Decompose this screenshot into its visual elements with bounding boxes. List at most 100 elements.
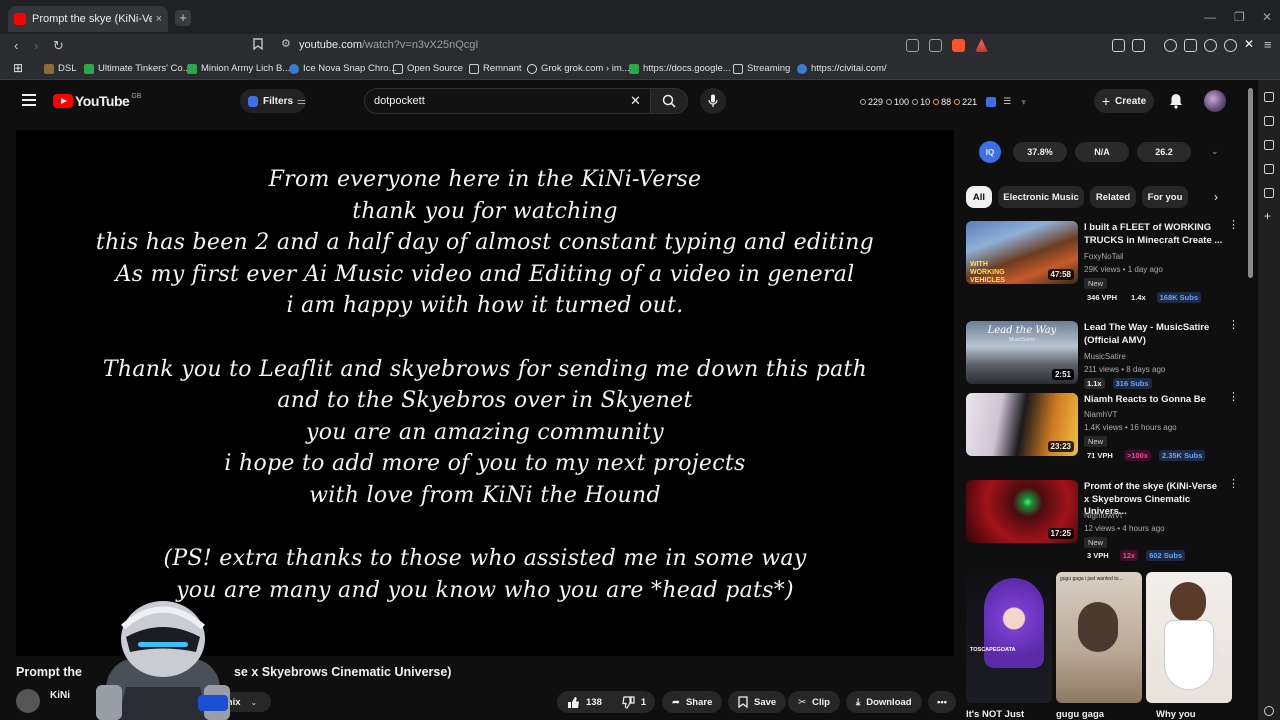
list-icon[interactable]: ☰ (1003, 96, 1011, 107)
filters-button[interactable]: Filters ⚌ (240, 89, 306, 113)
site-info-icon[interactable]: ⚙ (281, 37, 291, 50)
account-avatar[interactable] (1204, 90, 1226, 112)
bookmark-folder[interactable]: Open Source (393, 63, 463, 74)
bookmark-page-icon[interactable] (253, 38, 263, 53)
chip-related[interactable]: Related (1090, 186, 1136, 208)
chip-all[interactable]: All (966, 186, 992, 208)
reload-icon[interactable]: ↻ (53, 38, 64, 54)
chevron-right-icon[interactable]: › (1221, 642, 1225, 656)
bookmark-item[interactable]: Minion Army Lich B... (187, 63, 290, 74)
bookmark-item[interactable]: Ice Nova Snap Chro... (289, 63, 396, 74)
cast-icon[interactable] (906, 39, 919, 52)
youtube-play-icon (53, 94, 73, 108)
forward-icon[interactable]: › (34, 38, 38, 53)
channel-avatar[interactable] (16, 689, 40, 713)
side-panel-icon[interactable] (1264, 116, 1274, 126)
like-button[interactable]: 138 (567, 696, 602, 709)
short-thumbnail[interactable]: gugu gaga i just wanted to... (1056, 572, 1142, 703)
chevron-right-icon[interactable]: › (1214, 190, 1218, 204)
address-bar[interactable]: youtube.com/watch?v=n3vX25nQcgI (299, 39, 478, 51)
notifications-bell-icon[interactable] (1169, 93, 1183, 109)
thumbnail-text: MusicSatire (1008, 337, 1036, 343)
bookmark-folder[interactable]: Streaming (733, 63, 790, 74)
recommendation-channel[interactable]: FoxyNoTail (1084, 252, 1124, 261)
more-vertical-icon[interactable]: ⋮ (1228, 479, 1239, 490)
bookmark-item[interactable]: Ultimate Tinkers' Co... (84, 63, 191, 74)
side-panel-icon[interactable] (1264, 188, 1274, 198)
recommendation-channel[interactable]: NightowlVt (1084, 511, 1122, 520)
download-button[interactable]: ⤓ Download (846, 691, 922, 713)
chip-electronic-music[interactable]: Electronic Music (998, 186, 1084, 208)
extension-screenshot-icon[interactable] (1132, 39, 1145, 52)
side-panel-icon[interactable] (1264, 92, 1274, 102)
settings-gear-icon[interactable] (1264, 706, 1274, 716)
channel-name[interactable]: KiNi (50, 690, 70, 701)
recommendation-channel[interactable]: NiamhVT (1084, 410, 1117, 419)
video-thumbnail[interactable]: WITH WORKING VEHICLES 47:58 (966, 221, 1078, 284)
video-player[interactable]: From everyone here in the KiNi-Verse tha… (16, 130, 954, 656)
dislike-button[interactable]: 1 (622, 695, 646, 709)
add-panel-icon[interactable]: + (1264, 210, 1274, 222)
rewards-icon[interactable] (975, 39, 988, 52)
trophy-icon[interactable]: ♆ (1020, 97, 1027, 107)
tools-icon[interactable]: ✕ (1244, 37, 1257, 51)
extension-puzzle-icon[interactable] (1112, 39, 1125, 52)
bookmark-item[interactable]: https://docs.google... (629, 63, 731, 74)
youtube-logo[interactable]: YouTube GB (53, 93, 141, 109)
media-icon[interactable] (1164, 39, 1177, 52)
vpn-icon[interactable] (1224, 39, 1237, 52)
browser-tab[interactable]: Prompt the skye (KiNi-Verse x Sk × (8, 6, 168, 32)
more-vertical-icon[interactable]: ⋮ (1228, 220, 1239, 231)
robot-mascot-overlay (96, 601, 230, 720)
extension-icon[interactable] (1204, 39, 1217, 52)
recommendation-item[interactable]: 17:25 Promt of the skye (KiNi-Verse x Sk… (966, 479, 1239, 561)
page-scrollbar[interactable] (1248, 88, 1253, 278)
recommendation-item[interactable]: Lead the Way MusicSatire 2:51 Lead The W… (966, 320, 1239, 389)
bookmark-folder[interactable]: Remnant (469, 63, 522, 74)
save-button[interactable]: Save (728, 691, 787, 713)
video-thumbnail[interactable]: 23:23 (966, 393, 1078, 456)
chip-for-you[interactable]: For you (1142, 186, 1188, 208)
menu-icon[interactable]: ≡ (1264, 37, 1272, 52)
apps-grid-icon[interactable]: ⊞ (13, 61, 23, 75)
clip-button[interactable]: ✂ Clip (788, 691, 840, 713)
iq-icon[interactable] (986, 96, 997, 107)
side-panel-icon[interactable] (1264, 164, 1274, 174)
side-panel-icon[interactable] (1264, 140, 1274, 150)
create-button[interactable]: + Create (1094, 89, 1154, 113)
short-thumbnail[interactable] (1146, 572, 1232, 703)
vph-badge: 71 VPH (1087, 451, 1113, 460)
more-vertical-icon[interactable]: ⋮ (1228, 392, 1239, 403)
restore-icon[interactable]: ❐ (1234, 10, 1245, 24)
back-icon[interactable]: ‹ (14, 38, 18, 53)
bookmark-item[interactable]: DSL (44, 63, 76, 74)
tab-close-icon[interactable]: × (156, 13, 162, 25)
voice-search-button[interactable] (700, 88, 726, 114)
clear-search-icon[interactable]: ✕ (630, 93, 641, 109)
recommendation-item[interactable]: WITH WORKING VEHICLES 47:58 I built a FL… (966, 220, 1239, 303)
more-vertical-icon[interactable]: ⋮ (1228, 320, 1239, 331)
chevron-down-icon[interactable]: ⌄ (1211, 146, 1219, 157)
hamburger-menu-icon[interactable] (22, 94, 36, 106)
search-button[interactable] (650, 88, 688, 114)
sidebar-toggle-icon[interactable] (1184, 39, 1197, 52)
bookmark-item[interactable]: https://civitai.com/ (797, 63, 887, 74)
caption-line: From everyone here in the KiNi-Verse (268, 167, 702, 192)
iq-badge[interactable]: IQ (979, 141, 1001, 163)
new-tab-button[interactable]: + (175, 10, 191, 26)
stat-value: 88 (941, 96, 952, 107)
minimize-icon[interactable]: — (1204, 10, 1216, 24)
browser-side-panel: + (1258, 80, 1280, 720)
window-close-icon[interactable]: ✕ (1262, 10, 1272, 24)
more-actions-button[interactable]: ••• (928, 691, 956, 713)
share-button[interactable]: ➦ Share (662, 691, 723, 713)
brave-shield-icon[interactable] (952, 39, 965, 52)
bookmark-item[interactable]: Grok grok.com › im... (527, 63, 630, 74)
short-thumbnail[interactable]: TOSCAPEGOATA (966, 572, 1052, 703)
video-thumbnail[interactable]: 17:25 (966, 480, 1078, 543)
recommendation-item[interactable]: 23:23 Niamh Reacts to Gonna Be NiamhVT 1… (966, 392, 1239, 461)
search-input[interactable] (364, 88, 652, 114)
share-page-icon[interactable] (929, 39, 942, 52)
recommendation-channel[interactable]: MusicSatire (1084, 352, 1126, 361)
video-thumbnail[interactable]: Lead the Way MusicSatire 2:51 (966, 321, 1078, 384)
